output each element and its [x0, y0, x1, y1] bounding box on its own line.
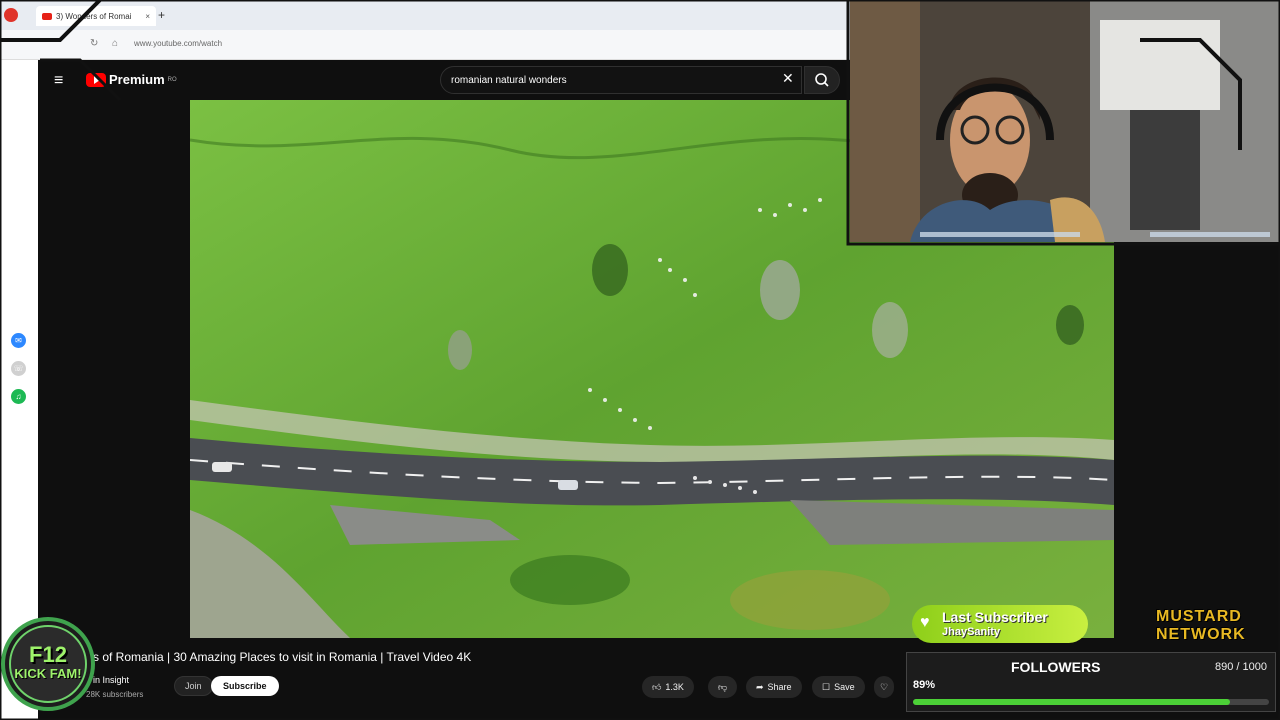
search-input[interactable]: [441, 67, 801, 93]
bookmark-icon: ☐: [822, 681, 831, 692]
new-tab-button[interactable]: +: [158, 8, 165, 22]
kick-fam-badge: F12 KICK FAM!: [0, 606, 96, 720]
reload-icon[interactable]: ↻: [90, 38, 98, 49]
followers-count: 890 / 1000: [1215, 661, 1267, 673]
followers-progress-bar: [913, 699, 1269, 705]
webcam-image: [850, 0, 1280, 242]
last-subscriber-widget: ♥ Last Subscriber JhaySanity: [912, 605, 1088, 643]
youtube-header: ≡ Premium RO ✕: [38, 60, 850, 100]
webcam-feed: [850, 0, 1280, 242]
followers-title: FOLLOWERS: [1011, 659, 1101, 675]
thumbs-down-icon: 👎︎: [718, 681, 728, 692]
browser-tab[interactable]: 3) Wonders of Romai ×: [36, 6, 156, 26]
clear-search-icon[interactable]: ✕: [782, 70, 794, 87]
last-subscriber-title: Last Subscriber: [942, 609, 1048, 625]
mustard-line2: NETWORK: [1156, 626, 1246, 643]
home-icon[interactable]: ⌂: [112, 38, 118, 49]
mustard-network-logo: MUSTARD NETWORK: [1156, 608, 1276, 644]
address-bar: ↻ ⌂ www.youtube.com/watch: [0, 30, 850, 60]
logo-text: Premium: [109, 72, 165, 87]
youtube-favicon-icon: [42, 12, 52, 20]
search-button[interactable]: [804, 66, 840, 94]
followers-percent: 89%: [913, 679, 936, 691]
tab-title: 3) Wonders of Romai: [56, 11, 132, 21]
whatsapp-icon[interactable]: ☏: [11, 361, 26, 376]
url-field[interactable]: www.youtube.com/watch: [134, 39, 222, 48]
join-button[interactable]: Join: [174, 676, 213, 696]
share-icon: ➦: [756, 681, 764, 692]
badge-line2: KICK FAM!: [14, 666, 82, 681]
browser-tabbar: 3) Wonders of Romai × +: [0, 0, 850, 30]
messenger-icon[interactable]: ✉: [11, 333, 26, 348]
save-label: Save: [834, 682, 855, 692]
menu-icon[interactable]: ≡: [54, 72, 63, 90]
heart-icon: ♡: [880, 681, 889, 692]
badge-line1: F12: [29, 642, 67, 667]
save-button[interactable]: ☐ Save: [812, 676, 865, 698]
youtube-play-icon: [86, 72, 106, 87]
like-button[interactable]: 👍︎ 1.3K: [642, 676, 694, 698]
video-title: s of Romania | 30 Amazing Places to visi…: [93, 650, 472, 664]
followers-progress-fill: [913, 699, 1230, 705]
mustard-line1: MUSTARD: [1156, 608, 1242, 625]
thumbs-up-icon: 👍︎: [652, 681, 662, 692]
browser-logo-icon[interactable]: [4, 8, 18, 22]
dislike-button[interactable]: 👎︎: [708, 676, 738, 698]
last-subscriber-name: JhaySanity: [942, 626, 1001, 638]
like-count: 1.3K: [665, 682, 684, 692]
share-label: Share: [767, 682, 792, 692]
youtube-logo[interactable]: Premium RO: [86, 72, 177, 87]
followers-goal-widget: FOLLOWERS 890 / 1000 89%: [906, 652, 1276, 712]
search-icon: [815, 73, 829, 87]
thanks-button[interactable]: ♡: [874, 676, 895, 698]
share-button[interactable]: ➦ Share: [746, 676, 802, 698]
close-tab-icon[interactable]: ×: [145, 12, 150, 21]
channel-name[interactable]: in Insight: [93, 675, 129, 685]
logo-region: RO: [167, 76, 177, 83]
subscribe-button[interactable]: Subscribe: [211, 676, 279, 696]
heart-icon: ♥: [920, 614, 930, 631]
search-box: [440, 66, 802, 94]
spotify-icon[interactable]: ♫: [11, 389, 26, 404]
screen: 3) Wonders of Romai × + ↻ ⌂ www.youtube.…: [0, 0, 1280, 720]
